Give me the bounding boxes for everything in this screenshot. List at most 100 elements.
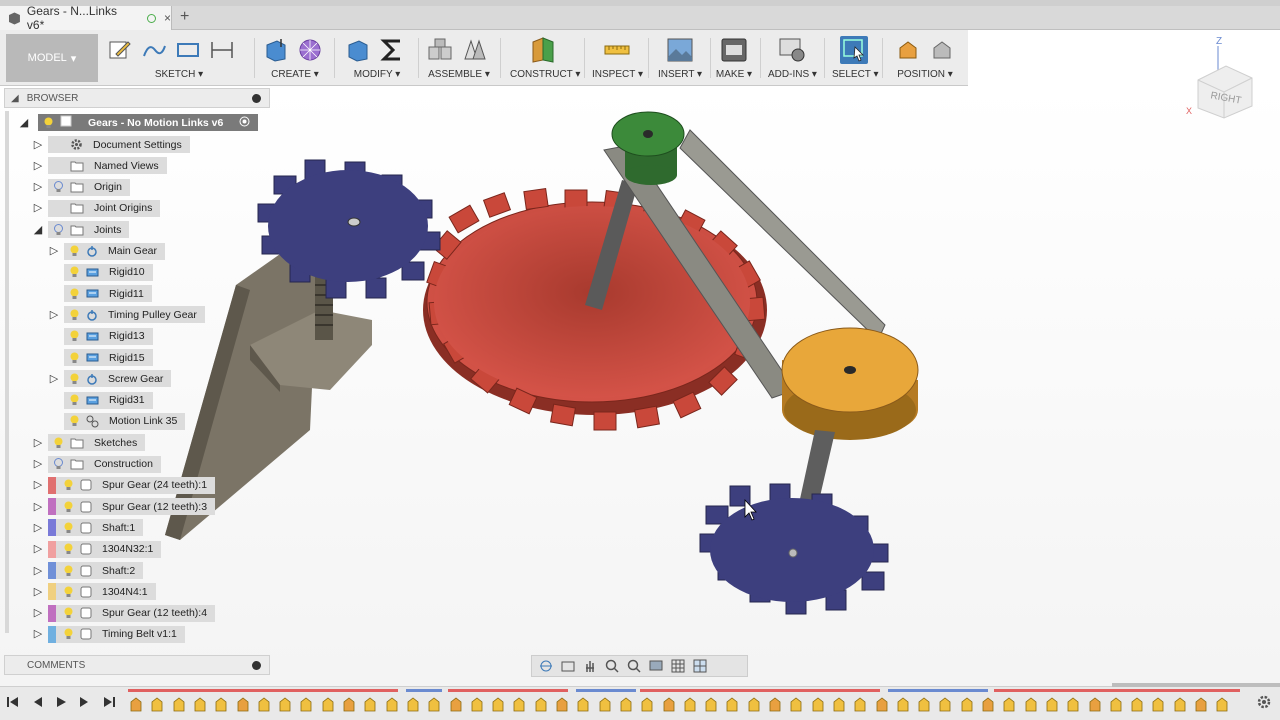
timeline-feature-icon[interactable] xyxy=(235,696,251,714)
expand-triangle-icon[interactable]: ▷ xyxy=(32,521,44,534)
tree-item[interactable]: ▷ Timing Belt v1:1 xyxy=(32,624,185,645)
tree-item[interactable]: ▷ Construction xyxy=(32,454,161,475)
activate-icon[interactable] xyxy=(239,116,250,130)
select-icon[interactable] xyxy=(840,36,868,64)
timeline-feature-icon[interactable] xyxy=(746,696,762,714)
grid-icon[interactable] xyxy=(670,658,686,674)
3d-print-icon[interactable] xyxy=(720,36,748,64)
collapse-triangle-icon[interactable]: ◢ xyxy=(18,116,30,129)
step-forward-icon[interactable] xyxy=(78,695,92,709)
lightbulb-icon[interactable] xyxy=(52,437,64,449)
lightbulb-icon[interactable] xyxy=(62,501,74,513)
lightbulb-icon[interactable] xyxy=(62,607,74,619)
new-component-icon[interactable] xyxy=(426,36,454,64)
modify-group[interactable]: MODIFY ▾ xyxy=(344,34,410,82)
close-tab-icon[interactable]: × xyxy=(164,11,171,25)
collapse-browser-icon[interactable]: ◢ xyxy=(11,93,19,104)
position-group[interactable]: POSITION ▾ xyxy=(892,34,958,82)
expand-triangle-icon[interactable]: ▷ xyxy=(32,138,44,151)
sigma-icon[interactable] xyxy=(378,36,406,64)
timeline-feature-icon[interactable] xyxy=(256,696,272,714)
timeline-feature-icon[interactable] xyxy=(192,696,208,714)
addins-group[interactable]: ADD-INS ▾ xyxy=(768,34,817,82)
dimension-icon[interactable] xyxy=(208,36,236,64)
timeline-settings-icon[interactable] xyxy=(1256,694,1272,713)
viewports-icon[interactable] xyxy=(692,658,708,674)
lightbulb-icon[interactable] xyxy=(52,458,64,470)
expand-triangle-icon[interactable]: ▷ xyxy=(32,585,44,598)
tree-item[interactable]: ▷ Sketches xyxy=(32,432,146,453)
timeline-feature-icon[interactable] xyxy=(277,696,293,714)
tree-item[interactable]: ◢ Joints xyxy=(32,219,130,240)
display-settings-icon[interactable] xyxy=(648,658,664,674)
add-tab-icon[interactable]: + xyxy=(180,8,189,26)
timeline-feature-icon[interactable] xyxy=(1193,696,1209,714)
timeline-feature-icon[interactable] xyxy=(1065,696,1081,714)
timeline-feature-icon[interactable] xyxy=(788,696,804,714)
workspace-switcher-button[interactable]: MODEL ▾ xyxy=(6,34,98,82)
spur-gear-12-teeth-lower[interactable] xyxy=(699,483,889,615)
measure-icon[interactable] xyxy=(603,36,631,64)
lightbulb-icon[interactable] xyxy=(52,181,64,193)
timeline-feature-icon[interactable] xyxy=(533,696,549,714)
timeline-feature-icon[interactable] xyxy=(128,696,144,714)
tree-item[interactable]: ▷ Named Views xyxy=(32,155,167,176)
lightbulb-icon[interactable] xyxy=(68,415,80,427)
tree-item[interactable]: ▷ 1304N4:1 xyxy=(32,581,156,602)
timeline-feature-icon[interactable] xyxy=(1044,696,1060,714)
tree-item[interactable]: Rigid13 xyxy=(32,326,153,347)
expand-triangle-icon[interactable]: ▷ xyxy=(32,181,44,193)
timeline-feature-icon[interactable] xyxy=(213,696,229,714)
timeline-feature-icon[interactable] xyxy=(1214,696,1230,714)
timeline-feature-icon[interactable] xyxy=(171,696,187,714)
collapse-triangle-icon[interactable]: ◢ xyxy=(32,223,44,236)
timeline-feature-icon[interactable] xyxy=(490,696,506,714)
timeline-feature-icon[interactable] xyxy=(618,696,634,714)
lightbulb-icon[interactable] xyxy=(52,223,64,236)
lightbulb-icon[interactable] xyxy=(68,394,80,406)
lightbulb-icon[interactable] xyxy=(68,309,80,321)
insert-group[interactable]: INSERT ▾ xyxy=(656,34,704,82)
lightbulb-icon[interactable] xyxy=(68,288,80,300)
expand-triangle-icon[interactable]: ▷ xyxy=(32,607,44,619)
timeline-feature-icon[interactable] xyxy=(959,696,975,714)
insert-image-icon[interactable] xyxy=(666,36,694,64)
timeline-feature-icon[interactable] xyxy=(1001,696,1017,714)
tree-item[interactable]: ▷ Spur Gear (12 teeth):3 xyxy=(32,496,216,517)
pattern-icon[interactable] xyxy=(296,36,324,64)
tree-item[interactable]: ▷ 1304N32:1 xyxy=(32,539,162,560)
create-group[interactable]: CREATE ▾ xyxy=(262,34,328,82)
tree-item[interactable]: ▷ Screw Gear xyxy=(32,368,172,389)
timeline-feature-icon[interactable] xyxy=(1172,696,1188,714)
tree-item[interactable]: ▷ Shaft:1 xyxy=(32,517,144,538)
expand-triangle-icon[interactable]: ▷ xyxy=(32,628,44,640)
expand-triangle-icon[interactable]: ▷ xyxy=(32,159,44,172)
browser-header[interactable]: ◢ BROWSER xyxy=(4,88,270,108)
tree-item[interactable]: Rigid11 xyxy=(32,283,152,304)
expand-triangle-icon[interactable]: ▷ xyxy=(32,564,44,577)
lightbulb-icon[interactable] xyxy=(62,522,74,534)
expand-triangle-icon[interactable]: ▷ xyxy=(32,458,44,470)
timeline-feature-icon[interactable] xyxy=(384,696,400,714)
rectangle-icon[interactable] xyxy=(174,36,202,64)
construct-group[interactable]: CONSTRUCT ▾ xyxy=(510,34,580,82)
timeline-feature-icon[interactable] xyxy=(426,696,442,714)
joint-icon[interactable] xyxy=(460,36,488,64)
inspect-group[interactable]: INSPECT ▾ xyxy=(592,34,643,82)
timeline-feature-icon[interactable] xyxy=(703,696,719,714)
timeline-feature-icon[interactable] xyxy=(1023,696,1039,714)
tree-item[interactable]: Rigid31 xyxy=(32,390,153,411)
go-to-start-icon[interactable] xyxy=(6,695,20,709)
timeline-feature-icon[interactable] xyxy=(937,696,953,714)
timeline-feature-icon[interactable] xyxy=(341,696,357,714)
lightbulb-icon[interactable] xyxy=(62,479,74,491)
timeline-feature-icon[interactable] xyxy=(1129,696,1145,714)
offset-plane-icon[interactable] xyxy=(529,36,557,64)
expand-triangle-icon[interactable]: ▷ xyxy=(32,543,44,555)
timeline-feature-icon[interactable] xyxy=(1087,696,1103,714)
timeline-feature-icon[interactable] xyxy=(1150,696,1166,714)
tree-item[interactable]: Rigid15 xyxy=(32,347,153,368)
line-icon[interactable] xyxy=(140,36,168,64)
zoom-icon[interactable] xyxy=(604,658,620,674)
tree-item[interactable]: ▷ Origin xyxy=(32,177,131,198)
